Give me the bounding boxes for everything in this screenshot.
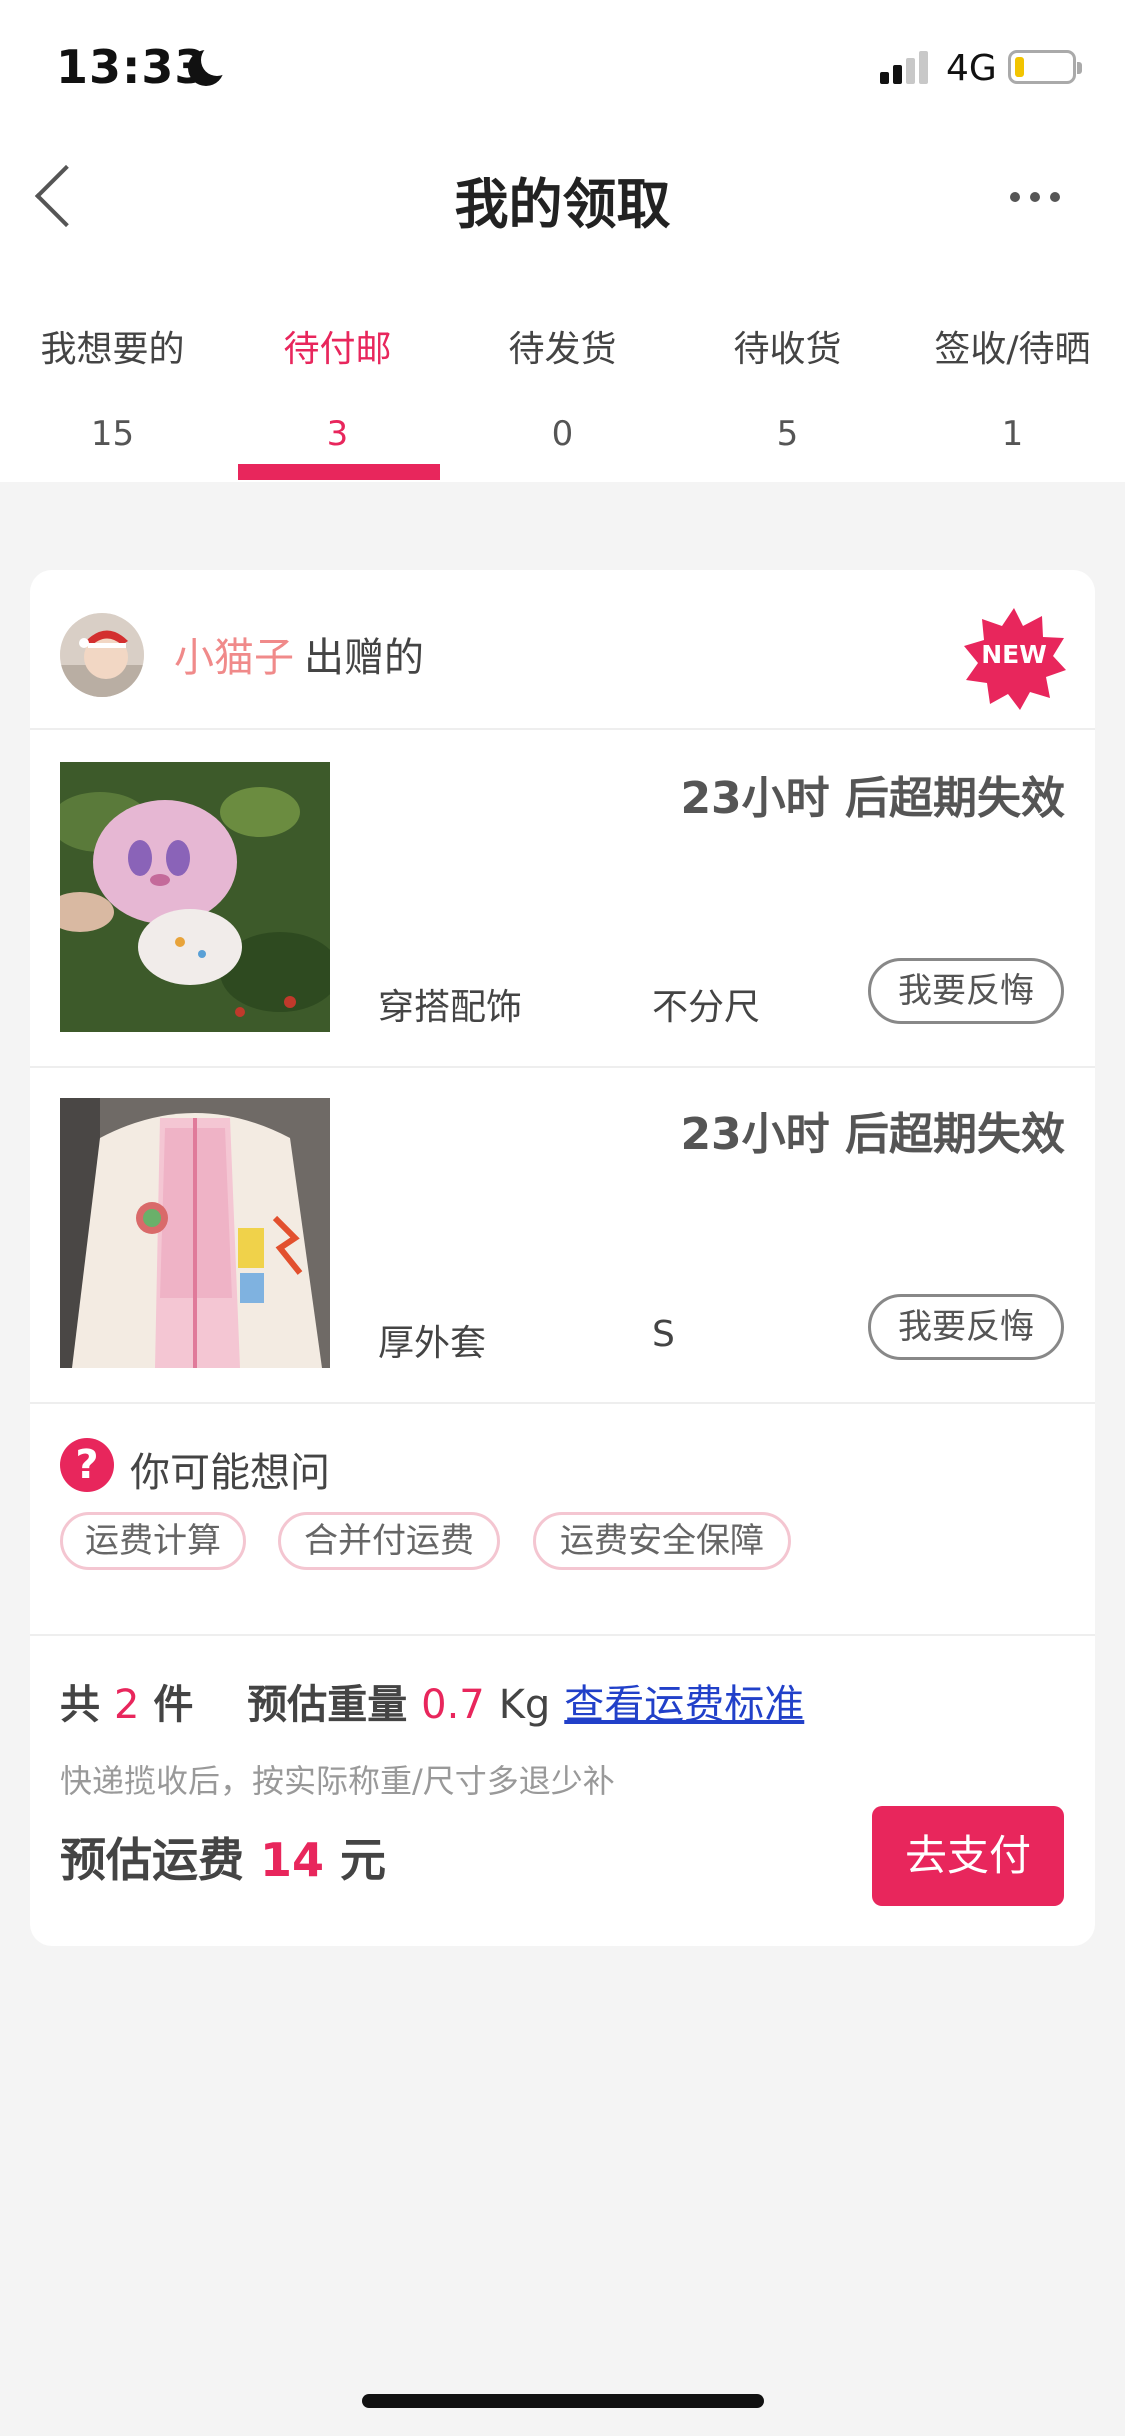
new-badge-label: NEW <box>981 640 1047 669</box>
list-item[interactable]: 23小时 后超期失效 厚外套 S 我要反悔 <box>30 1068 1095 1404</box>
faq-chip-shipping-safety[interactable]: 运费安全保障 <box>533 1512 791 1570</box>
giver-line: 小猫子 出赠的 <box>174 625 424 683</box>
active-tab-indicator <box>238 464 440 480</box>
giver-name[interactable]: 小猫子 <box>174 635 294 681</box>
total-count: 2 <box>113 1682 140 1728</box>
fee-unit: 元 <box>340 1833 387 1887</box>
status-time: 13:33 <box>56 40 208 94</box>
shipping-note: 快递揽收后，按实际称重/尺寸多退少补 <box>60 1762 615 1800</box>
tab-label: 待发货 <box>508 329 617 370</box>
tab-wanted[interactable]: 我想要的 15 <box>0 310 225 482</box>
list-item[interactable]: 23小时 后超期失效 穿搭配饰 不分尺 我要反悔 <box>30 732 1095 1068</box>
total-prefix: 共 <box>60 1682 100 1728</box>
weight-label: 预估重量 <box>247 1682 408 1728</box>
tab-label: 我想要的 <box>40 329 185 370</box>
fee-value: 14 <box>260 1833 325 1887</box>
tab-count: 0 <box>551 414 574 454</box>
fee-label: 预估运费 <box>60 1833 244 1887</box>
item-category: 厚外套 <box>378 1323 487 1364</box>
item-size: S <box>652 1314 675 1355</box>
tab-label: 待付邮 <box>283 329 392 370</box>
moon-icon <box>188 44 233 86</box>
tab-count: 15 <box>90 414 135 454</box>
regret-button[interactable]: 我要反悔 <box>868 958 1064 1024</box>
more-icon[interactable] <box>1010 192 1060 204</box>
item-expiry: 23小时 后超期失效 <box>680 1109 1065 1160</box>
faq-chip-merge-postage[interactable]: 合并付运费 <box>278 1512 500 1570</box>
header-area: 13:33 4G 我的领取 我想要的 15 待付邮 3 待发货 0 待收货 5 <box>0 0 1125 482</box>
item-category: 穿搭配饰 <box>378 987 523 1028</box>
page-title: 我的领取 <box>454 173 671 236</box>
shipping-standard-link[interactable]: 查看运费标准 <box>564 1682 804 1728</box>
order-card: 小猫子 出赠的 NEW 23小时 后超期失效 穿搭配饰 不分尺 我要反悔 23小… <box>30 570 1095 1946</box>
total-unit: 件 <box>153 1682 194 1728</box>
tab-pending-receipt[interactable]: 待收货 5 <box>675 310 900 482</box>
tab-count: 3 <box>326 414 349 454</box>
signal-icon <box>880 50 932 84</box>
item-thumbnail[interactable] <box>60 1098 330 1368</box>
item-size: 不分尺 <box>652 987 761 1028</box>
weight-value: 0.7 <box>421 1682 485 1728</box>
order-summary: 共 2 件 预估重量 0.7 Kg 查看运费标准 <box>60 1672 804 1730</box>
question-icon: ? <box>60 1438 114 1492</box>
tab-pending-shipment[interactable]: 待发货 0 <box>450 310 675 482</box>
tab-count: 5 <box>776 414 799 454</box>
card-header: 小猫子 出赠的 NEW <box>30 570 1095 730</box>
weight-unit: Kg <box>498 1682 551 1728</box>
network-label: 4G <box>946 48 997 89</box>
avatar[interactable] <box>60 613 144 697</box>
faq-chip-shipping-calc[interactable]: 运费计算 <box>60 1512 246 1570</box>
estimated-fee: 预估运费 14 元 <box>60 1824 386 1890</box>
item-thumbnail[interactable] <box>60 762 330 1032</box>
item-expiry: 23小时 后超期失效 <box>680 773 1065 824</box>
tab-bar: 我想要的 15 待付邮 3 待发货 0 待收货 5 签收/待晒 1 <box>0 310 1125 482</box>
regret-button[interactable]: 我要反悔 <box>868 1294 1064 1360</box>
new-badge: NEW <box>962 606 1066 710</box>
battery-icon <box>1008 50 1082 84</box>
pay-button[interactable]: 去支付 <box>872 1806 1064 1906</box>
tab-pending-postage[interactable]: 待付邮 3 <box>225 310 450 482</box>
faq-title: 你可能想问 <box>130 1450 330 1496</box>
faq-section: ? 你可能想问 运费计算 合并付运费 运费安全保障 <box>30 1402 1095 1636</box>
home-indicator[interactable] <box>362 2394 764 2408</box>
giver-suffix: 出赠的 <box>304 635 424 681</box>
tab-received[interactable]: 签收/待晒 1 <box>900 310 1125 482</box>
tab-label: 签收/待晒 <box>934 329 1091 370</box>
tab-label: 待收货 <box>733 329 842 370</box>
tab-count: 1 <box>1001 414 1024 454</box>
